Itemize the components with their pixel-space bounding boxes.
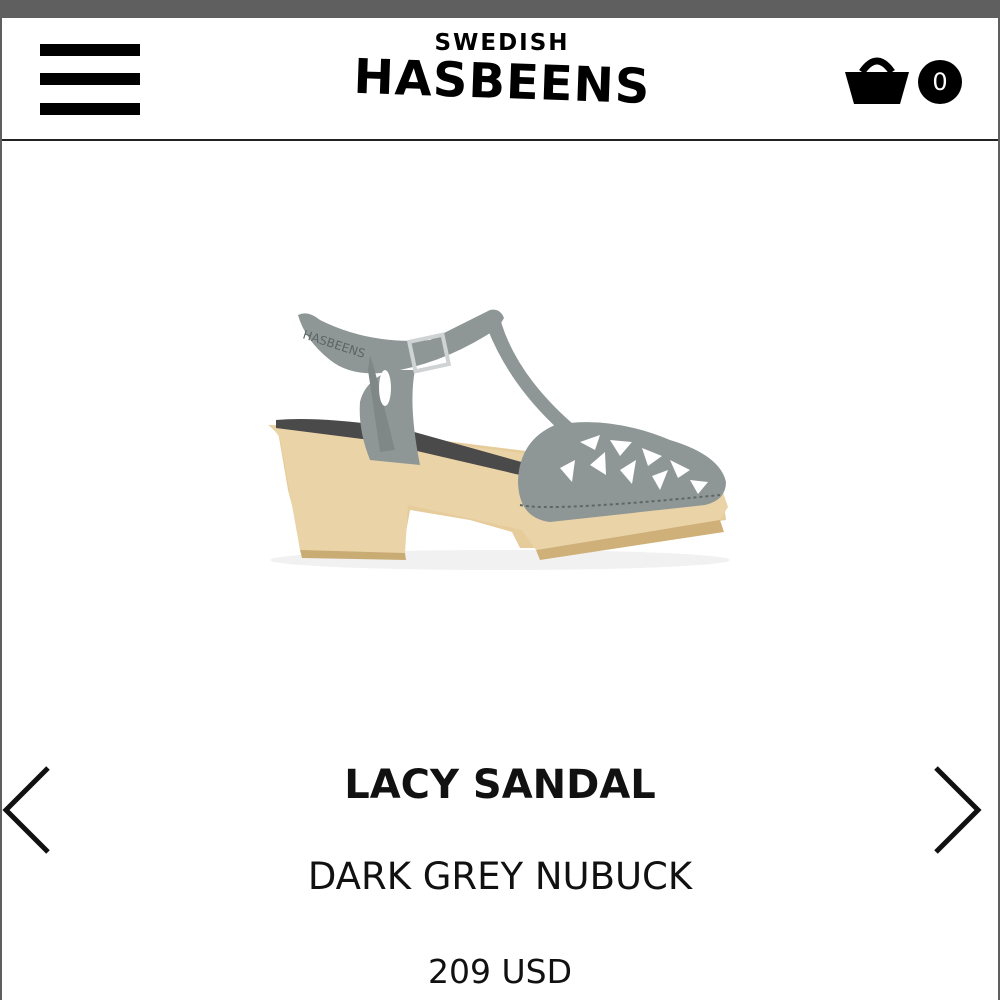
chevron-right-icon[interactable] <box>930 760 990 860</box>
status-bar <box>0 0 1000 18</box>
menu-bar-top <box>40 44 140 56</box>
product-name: LACY SANDAL <box>344 762 656 808</box>
menu-bar-bottom <box>40 103 140 115</box>
product-price: 209 USD <box>428 952 572 991</box>
hamburger-menu-icon[interactable] <box>40 42 140 122</box>
product-image[interactable]: HASBEENS <box>250 220 750 620</box>
site-header: SWEDISH HASBEENS 0 <box>2 18 998 141</box>
shopping-basket-icon <box>845 57 909 104</box>
chevron-left-icon[interactable] <box>0 760 60 860</box>
cart-button[interactable]: 0 <box>842 48 972 118</box>
product-variant: DARK GREY NUBUCK <box>307 855 693 898</box>
logo-main-text: HASBEENS <box>352 48 652 116</box>
cart-count-badge: 0 <box>918 60 962 104</box>
site-logo[interactable]: SWEDISH HASBEENS <box>352 30 652 130</box>
menu-bar-middle <box>40 73 140 85</box>
